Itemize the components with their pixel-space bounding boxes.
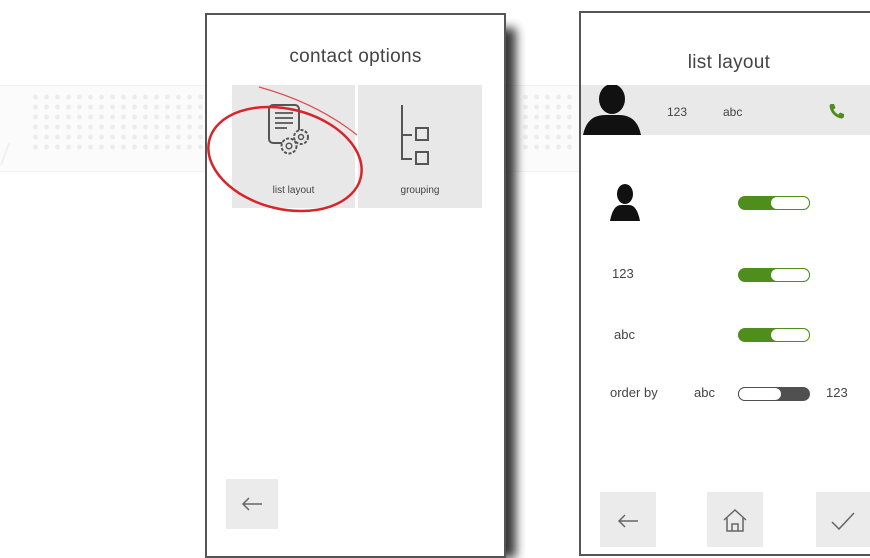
checkmark-icon — [831, 512, 855, 531]
highlight-circle — [207, 86, 363, 213]
home-icon — [723, 508, 747, 532]
contact-name: abc — [723, 105, 743, 119]
home-button[interactable] — [707, 492, 763, 547]
arrow-left-icon — [617, 514, 638, 528]
contact-preview-row: 123 abc — [581, 85, 870, 135]
toggle-knob — [770, 196, 810, 210]
page-title: contact options — [289, 46, 422, 67]
toggle-knob — [770, 268, 810, 282]
toggle-knob — [770, 328, 810, 342]
avatar — [583, 85, 641, 135]
order-by-toggle[interactable] — [738, 387, 810, 401]
person-silhouette-icon — [610, 184, 640, 221]
contact-options-screen: contact options list layout grouping — [205, 13, 506, 558]
list-layout-screen: list layout 123 abc 123 abc order by abc… — [579, 11, 870, 556]
name-label: abc — [614, 327, 635, 342]
confirm-button[interactable] — [816, 492, 870, 547]
number-toggle[interactable] — [738, 268, 810, 282]
phone-icon — [829, 104, 844, 119]
name-toggle[interactable] — [738, 328, 810, 342]
background-pattern-middle — [520, 92, 578, 154]
order-option-abc: abc — [694, 385, 715, 400]
avatar-toggle[interactable] — [738, 196, 810, 210]
order-by-label: order by — [610, 385, 658, 400]
number-label: 123 — [612, 266, 634, 281]
arrow-left-icon — [241, 497, 262, 511]
order-option-123: 123 — [826, 385, 848, 400]
toggle-knob — [738, 387, 782, 401]
contact-number: 123 — [667, 105, 688, 119]
page-title: list layout — [687, 52, 771, 73]
back-button[interactable] — [226, 479, 278, 529]
back-button[interactable] — [600, 492, 656, 547]
background-pattern-left — [30, 92, 205, 154]
